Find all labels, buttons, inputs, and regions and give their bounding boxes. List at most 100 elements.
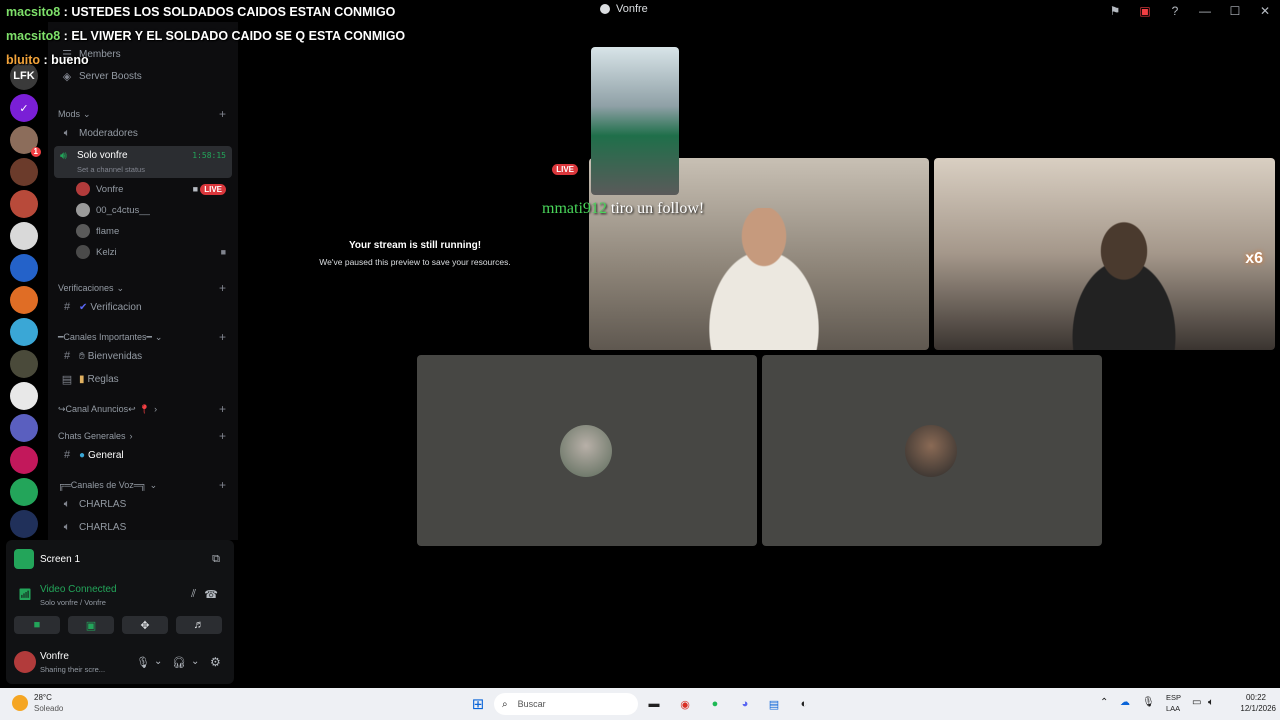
add-channel-icon[interactable]: + — [219, 478, 226, 492]
popout-icon[interactable]: ⧉ — [212, 553, 220, 566]
category-importantes[interactable]: ━Canales Importantes━ ⌄ + — [48, 327, 238, 347]
category-chats[interactable]: Chats Generales › + — [48, 426, 238, 446]
voice-user[interactable]: Vonfre ■ LIVE — [76, 179, 230, 199]
minimize-icon[interactable]: — — [1190, 4, 1220, 18]
voice-user-name: Vonfre — [96, 183, 124, 195]
server-icon[interactable] — [10, 254, 38, 282]
channel-charlas-2-label: CHARLAS — [79, 521, 127, 533]
chevron-down-icon: ⌄ — [83, 108, 91, 119]
add-channel-icon[interactable]: + — [219, 281, 226, 295]
chevron-up-icon[interactable]: ⌃ — [1100, 697, 1108, 708]
temperature[interactable]: 28°C — [34, 693, 52, 702]
avatar[interactable] — [14, 651, 36, 673]
file-explorer-icon[interactable]: ▬ — [644, 694, 664, 714]
discord-icon[interactable]: ◕ — [735, 694, 755, 714]
clock-date[interactable]: 12/1/2026 — [1226, 704, 1276, 713]
sidebar-item-server-boosts[interactable]: ◈ Server Boosts — [48, 66, 238, 86]
notifications-icon[interactable]: ▣ — [1130, 4, 1160, 18]
chat-separator: : — [60, 29, 72, 43]
chevron-down-icon[interactable]: ⌄ — [191, 656, 199, 667]
server-icon[interactable] — [10, 510, 38, 538]
voice-user[interactable]: Kelzi ■ — [76, 242, 230, 262]
voice-user[interactable]: 00_c4ctus__ — [76, 200, 230, 220]
chevron-down-icon[interactable]: ⌄ — [154, 656, 162, 667]
channel-charlas-1[interactable]: 🔈︎ CHARLAS — [48, 494, 238, 514]
category-verificaciones[interactable]: Verificaciones ⌄ + — [48, 278, 238, 298]
chrome-icon[interactable]: ◉ — [675, 694, 695, 714]
connection-row: 📶︎ Video Connected Solo vonfre / Vonfre … — [14, 582, 226, 610]
noise-suppression-icon[interactable]: ⫽ — [191, 588, 196, 601]
server-icon[interactable] — [10, 350, 38, 378]
server-icon[interactable]: ✓ — [10, 94, 38, 122]
add-channel-icon[interactable]: + — [219, 330, 226, 344]
participant-tile-2[interactable] — [762, 355, 1102, 546]
start-icon[interactable]: ⊞ — [468, 694, 488, 714]
channel-verificacion[interactable]: # ✔ Verificacion — [48, 297, 238, 317]
search-box[interactable]: ⌕ Buscar — [494, 693, 638, 715]
language-code[interactable]: ESP — [1166, 693, 1181, 702]
category-mods[interactable]: Mods ⌄ + — [48, 104, 238, 124]
spotify-icon[interactable]: ● — [705, 694, 725, 714]
weather-icon[interactable] — [12, 695, 28, 711]
microphone-icon[interactable]: 🎙︎ — [136, 656, 150, 669]
category-voz-label: ╔═Canales de Voz═╗ — [58, 480, 147, 490]
chat-separator: : — [60, 5, 72, 19]
share-screen-button[interactable]: ▣ — [68, 616, 114, 634]
maximize-icon[interactable]: ☐ — [1220, 4, 1250, 18]
voice-user[interactable]: flame — [76, 221, 230, 241]
keyboard-layout[interactable]: LAA — [1166, 704, 1180, 713]
headphones-icon[interactable]: 🎧︎ — [172, 656, 186, 669]
inbox-flag-icon[interactable]: ⚑ — [1100, 4, 1130, 18]
server-icon[interactable] — [10, 478, 38, 506]
server-icon[interactable]: 1 — [10, 126, 41, 157]
stream-tile-guest[interactable]: x6 — [934, 158, 1275, 350]
server-icon[interactable] — [10, 446, 38, 474]
channel-general[interactable]: # ● General — [48, 445, 238, 465]
live-badge: LIVE — [552, 164, 578, 175]
account-name[interactable]: Vonfre — [40, 651, 69, 662]
channel-bienvenidas[interactable]: # ✋︎ Bienvenidas — [48, 346, 238, 366]
notepad-icon[interactable]: ▤ — [764, 694, 784, 714]
signal-icon[interactable]: 📶︎ — [18, 588, 32, 601]
add-channel-icon[interactable]: + — [219, 107, 226, 121]
server-icon[interactable] — [10, 414, 38, 442]
disconnect-icon[interactable]: ☎ — [204, 588, 218, 601]
volume-icon[interactable]: 🔈︎ — [1208, 697, 1214, 708]
soundboard-button[interactable]: ♬ — [176, 616, 222, 634]
webcam-overlay-tile — [591, 47, 679, 195]
camera-button[interactable]: ■ — [14, 616, 60, 634]
server-icon[interactable] — [10, 286, 38, 314]
channel-solo-vonfre-label: Solo vonfre — [77, 150, 128, 161]
gear-icon[interactable]: ⚙ — [210, 655, 221, 669]
close-icon[interactable]: ✕ — [1250, 4, 1280, 18]
paused-preview-tile[interactable]: LIVE Your stream is still running! We've… — [250, 158, 590, 348]
add-channel-icon[interactable]: + — [219, 429, 226, 443]
avatar — [560, 425, 612, 477]
channel-moderadores[interactable]: 🔈︎ Moderadores — [48, 123, 238, 143]
channel-solo-vonfre[interactable]: 🔊︎ Solo vonfre 1:58:15 Set a channel sta… — [54, 146, 232, 178]
participant-tile-1[interactable] — [417, 355, 757, 546]
onedrive-icon[interactable]: ☁ — [1120, 697, 1130, 708]
server-icon[interactable] — [10, 318, 38, 346]
server-icon[interactable] — [10, 382, 38, 410]
category-voz[interactable]: ╔═Canales de Voz═╗ ⌄ + — [48, 475, 238, 495]
add-channel-icon[interactable]: + — [219, 402, 226, 416]
channel-status[interactable]: Set a channel status — [77, 165, 145, 174]
server-icon[interactable] — [10, 222, 38, 250]
video-connected-status[interactable]: Video Connected — [40, 584, 117, 595]
microphone-icon[interactable]: 🎙︎ — [1142, 697, 1155, 708]
chat-text: bueno — [51, 53, 89, 67]
network-icon[interactable]: ▭ — [1192, 697, 1201, 708]
activities-button[interactable]: ✥ — [122, 616, 168, 634]
channel-reglas[interactable]: ▤ ▮ Reglas — [48, 369, 238, 389]
channel-charlas-2[interactable]: 🔈︎ CHARLAS — [48, 517, 238, 537]
server-icon[interactable] — [10, 158, 38, 186]
webcam-person — [679, 208, 849, 350]
category-anuncios[interactable]: ↪Canal Anuncios↩ 📍︎ › + — [48, 399, 238, 419]
chevron-down-icon: ⌄ — [149, 479, 158, 490]
server-icon[interactable] — [10, 190, 38, 218]
avatar — [76, 203, 90, 217]
clock-time[interactable]: 00:22 — [1236, 693, 1276, 702]
help-icon[interactable]: ? — [1160, 4, 1190, 18]
obs-icon[interactable]: ◐ — [794, 694, 814, 714]
